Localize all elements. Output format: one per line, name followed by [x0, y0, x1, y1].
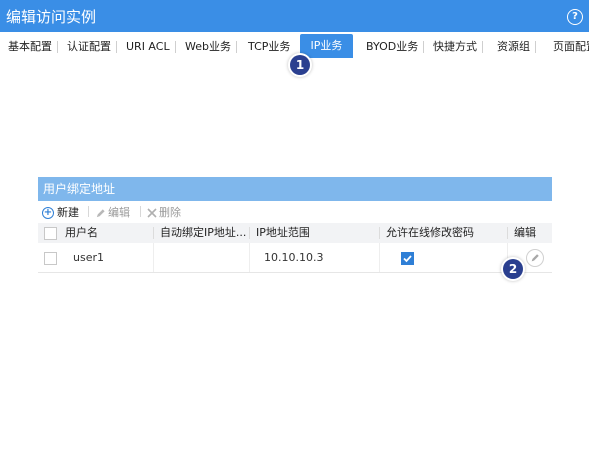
column-header-ip-range[interactable]: IP地址范围 [256, 223, 310, 243]
edit-button[interactable]: 编辑 [95, 204, 130, 220]
tab-page-config[interactable]: 页面配置 [553, 36, 589, 58]
window-title: 编辑访问实例 [6, 8, 97, 26]
tab-web-service[interactable]: Web业务 [185, 36, 237, 58]
allow-password-change-checkbox[interactable] [401, 252, 414, 265]
tab-shortcuts[interactable]: 快捷方式 [433, 36, 483, 58]
table-header: 用户名 自动绑定IP地址... IP地址范围 允许在线修改密码 编辑 [38, 223, 552, 243]
cell-divider [153, 243, 154, 272]
new-button-label: 新建 [57, 206, 79, 219]
cell-divider [249, 243, 250, 272]
column-divider [379, 227, 380, 239]
window-titlebar: 编辑访问实例 ? [0, 0, 589, 32]
column-divider [153, 227, 154, 239]
tab-tcp-service[interactable]: TCP业务 [248, 36, 290, 58]
column-header-username[interactable]: 用户名 [65, 223, 98, 243]
panel-toolbar: + 新建 编辑 删除 [38, 201, 552, 221]
panel-title: 用户绑定地址 [38, 177, 552, 201]
tab-basic-config[interactable]: 基本配置 [8, 36, 58, 58]
select-all-checkbox[interactable] [44, 227, 57, 240]
delete-button-label: 删除 [159, 206, 181, 219]
cell-divider [379, 243, 380, 272]
new-button[interactable]: + 新建 [42, 204, 79, 220]
pencil-icon [96, 208, 105, 217]
checkbox-icon [403, 255, 412, 263]
help-icon[interactable]: ? [567, 9, 583, 25]
edit-button-label: 编辑 [108, 206, 130, 219]
tab-byod-service[interactable]: BYOD业务 [366, 36, 425, 58]
tab-resource-group[interactable]: 资源组 [497, 36, 536, 58]
callout-badge-2: 2 [503, 259, 523, 279]
row-edit-button[interactable] [526, 249, 544, 267]
cell-username: user1 [73, 251, 104, 264]
user-bind-address-panel: 用户绑定地址 + 新建 编辑 删除 用户名 自动绑定IP地址... IP地址范围 … [38, 177, 552, 273]
callout-badge-1: 1 [290, 55, 310, 75]
table-row[interactable]: user1 10.10.10.3 [38, 243, 552, 273]
column-header-allow-password-change[interactable]: 允许在线修改密码 [386, 223, 474, 243]
toolbar-divider [140, 206, 141, 217]
tab-auth-config[interactable]: 认证配置 [67, 36, 117, 58]
cell-ip-range: 10.10.10.3 [264, 251, 324, 264]
plus-icon: + [42, 207, 54, 219]
tab-bar: 基本配置 认证配置 URI ACL Web业务 TCP业务 IP业务 BYOD业… [0, 34, 589, 58]
pencil-icon [531, 254, 539, 262]
delete-button[interactable]: 删除 [147, 204, 181, 220]
column-divider [507, 227, 508, 239]
tab-uri-acl[interactable]: URI ACL [126, 36, 176, 58]
column-header-auto-bind[interactable]: 自动绑定IP地址... [160, 223, 246, 243]
column-divider [249, 227, 250, 239]
row-checkbox[interactable] [44, 252, 57, 265]
close-icon [147, 208, 157, 218]
toolbar-divider [88, 206, 89, 217]
column-header-edit: 编辑 [514, 226, 536, 239]
tab-ip-service[interactable]: IP业务 [300, 34, 353, 58]
